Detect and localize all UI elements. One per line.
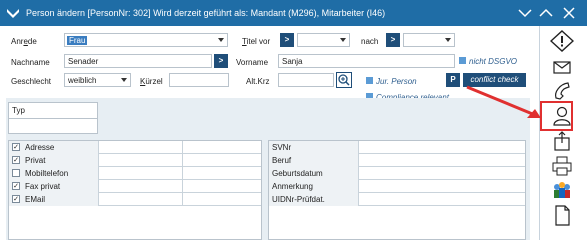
chevron-down-icon xyxy=(121,78,127,82)
contact-value-cell[interactable] xyxy=(99,193,183,206)
jur-person-checkbox[interactable] xyxy=(366,77,373,84)
contact-label-cell: Fax privat xyxy=(9,180,99,193)
nachname-input[interactable]: Senader xyxy=(64,54,212,68)
contact-panel: Typ Adresse Privat xyxy=(6,98,530,240)
adresse-checkbox[interactable] xyxy=(12,143,20,151)
contact-label: Adresse xyxy=(25,143,55,152)
mobiltelefon-checkbox[interactable] xyxy=(12,169,20,177)
info-value-cell[interactable] xyxy=(359,141,527,154)
contact-extra-cell[interactable] xyxy=(183,154,263,167)
anrede-select[interactable]: Frau xyxy=(64,33,228,47)
info-value-cell[interactable] xyxy=(359,167,527,180)
export-icon[interactable] xyxy=(550,130,574,152)
nachname-button[interactable]: > xyxy=(214,54,228,68)
table-row[interactable]: Mobiltelefon xyxy=(9,167,261,180)
contact-extra-cell[interactable] xyxy=(183,180,263,193)
jur-person-label: Jur. Person xyxy=(376,77,417,86)
phone-icon[interactable] xyxy=(550,80,574,102)
vorname-input[interactable]: Sanja xyxy=(278,54,455,68)
titel-vor-select[interactable] xyxy=(297,33,350,47)
contact-label: Privat xyxy=(25,156,46,165)
contact-value-cell[interactable] xyxy=(99,167,183,180)
info-value-cell[interactable] xyxy=(359,180,527,193)
minimize-chevron-icon[interactable] xyxy=(517,5,533,21)
nicht-dsgvo-checkbox[interactable] xyxy=(459,57,466,64)
nachname-label: Nachname xyxy=(11,58,50,67)
nach-select[interactable] xyxy=(403,33,455,47)
table-row[interactable]: Privat xyxy=(9,154,261,167)
anrede-label: Anrede xyxy=(11,37,37,46)
geschlecht-value: weiblich xyxy=(68,76,97,85)
p-button[interactable]: P xyxy=(446,73,460,87)
contact-label-cell: Adresse xyxy=(9,141,99,154)
info-label: SVNr xyxy=(269,141,359,154)
title-bar: Person ändern [PersonNr: 302] Wird derze… xyxy=(0,0,587,26)
contact-label-cell: Privat xyxy=(9,154,99,167)
people-icon[interactable] xyxy=(550,179,574,201)
contacts-right-table: SVNr Beruf Geburtsdatum Anmerkung UIDNr-… xyxy=(268,140,526,240)
privat-checkbox[interactable] xyxy=(12,156,20,164)
app-logo-icon xyxy=(7,9,19,18)
typ-header: Typ xyxy=(12,106,25,115)
chevron-down-icon xyxy=(445,38,451,42)
close-icon[interactable] xyxy=(561,5,577,21)
table-row[interactable]: SVNr xyxy=(269,141,525,154)
mail-icon[interactable] xyxy=(550,56,574,78)
warning-icon[interactable] xyxy=(549,30,575,52)
contact-label: Fax privat xyxy=(25,182,61,191)
chevron-down-icon xyxy=(340,38,346,42)
fax-privat-checkbox[interactable] xyxy=(12,182,20,190)
geschlecht-select[interactable]: weiblich xyxy=(64,73,131,87)
contact-extra-cell[interactable] xyxy=(183,167,263,180)
info-value-cell[interactable] xyxy=(359,154,527,167)
contact-label: EMail xyxy=(25,195,46,204)
contact-value-cell[interactable] xyxy=(99,154,183,167)
action-sidebar xyxy=(539,26,583,240)
table-row[interactable]: Beruf xyxy=(269,154,525,167)
chevron-down-icon xyxy=(218,38,224,42)
contact-value-cell[interactable] xyxy=(99,141,183,154)
nach-button[interactable]: > xyxy=(386,33,400,47)
table-row[interactable]: EMail xyxy=(9,193,261,206)
info-label: Geburtsdatum xyxy=(269,167,359,180)
nicht-dsgvo-label: nicht DSGVO xyxy=(469,57,518,66)
email-checkbox[interactable] xyxy=(12,195,20,203)
window-title: Person ändern [PersonNr: 302] Wird derze… xyxy=(26,8,386,18)
table-row[interactable]: Fax privat xyxy=(9,180,261,193)
table-row[interactable]: Geburtsdatum xyxy=(269,167,525,180)
contact-extra-cell[interactable] xyxy=(183,193,263,206)
table-row[interactable]: Adresse xyxy=(9,141,261,154)
print-icon[interactable] xyxy=(550,155,574,177)
contact-label-cell: Mobiltelefon xyxy=(9,167,99,180)
vorname-label: Vorname xyxy=(236,58,269,67)
kuerzel-label: Kürzel xyxy=(140,77,163,86)
document-icon[interactable] xyxy=(550,204,574,226)
table-row[interactable]: UIDNr-Prüfdat. xyxy=(269,193,525,206)
altkrz-label: Alt.Krz xyxy=(246,77,270,86)
info-value-cell[interactable] xyxy=(359,193,527,206)
kuerzel-input[interactable] xyxy=(169,73,229,87)
red-arrow-icon xyxy=(466,85,541,118)
person-form: Anrede Frau Titel vor > nach > Nachname … xyxy=(6,26,530,240)
titel-vor-label: Titel vor xyxy=(242,37,271,46)
typ-divider xyxy=(9,118,97,119)
contacts-left-table: Adresse Privat Mobiltelefon xyxy=(8,140,262,240)
nach-label: nach xyxy=(361,37,379,46)
info-label: Anmerkung xyxy=(269,180,359,193)
contact-extra-cell[interactable] xyxy=(183,141,263,154)
titel-vor-button[interactable]: > xyxy=(280,33,294,47)
contact-value-cell[interactable] xyxy=(99,180,183,193)
info-label: UIDNr-Prüfdat. xyxy=(269,193,359,206)
contact-label-cell: EMail xyxy=(9,193,99,206)
geschlecht-label: Geschlecht xyxy=(11,77,52,86)
maximize-chevron-icon[interactable] xyxy=(538,5,554,21)
info-label: Beruf xyxy=(269,154,359,167)
altkrz-input[interactable] xyxy=(278,73,334,87)
anrede-value: Frau xyxy=(67,36,88,45)
typ-box: Typ xyxy=(8,102,98,134)
search-icon[interactable] xyxy=(336,72,352,88)
table-row[interactable]: Anmerkung xyxy=(269,180,525,193)
contact-label: Mobiltelefon xyxy=(25,169,69,178)
